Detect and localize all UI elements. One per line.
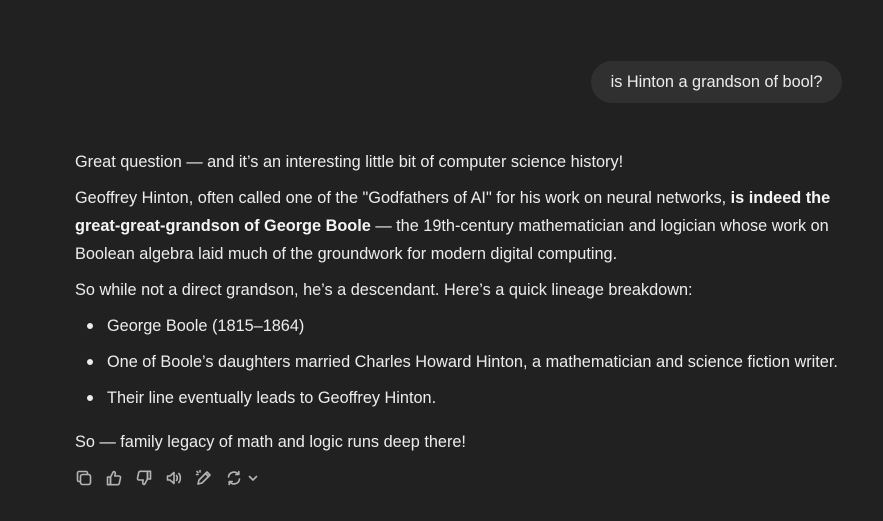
edit-in-canvas-button[interactable] (192, 466, 216, 490)
copy-button[interactable] (72, 466, 96, 490)
good-response-button[interactable] (102, 466, 126, 490)
regenerate-icon (227, 470, 241, 486)
regenerate-button[interactable] (222, 466, 260, 490)
message-action-bar (72, 466, 260, 490)
response-intro: Great question — and it’s an interesting… (75, 153, 624, 171)
list-item-text: Their line eventually leads to Geoffrey … (107, 389, 437, 407)
thumbs-up-icon (106, 470, 122, 486)
list-item-text: One of Boole’s daughters married Charles… (107, 353, 838, 371)
copy-icon (76, 470, 92, 486)
bullet-dot (87, 323, 93, 329)
bad-response-button[interactable] (132, 466, 156, 490)
bullet-dot (87, 395, 93, 401)
list-item: Their line eventually leads to Geoffrey … (75, 384, 838, 420)
model-switch-chevron (246, 466, 260, 490)
edit-icon (195, 469, 211, 485)
para2-text-start: Geoffrey Hinton, often called one of the… (75, 189, 731, 207)
bullet-dot (87, 359, 93, 365)
thumbs-down-icon (136, 470, 152, 486)
speaker-icon (166, 471, 182, 485)
regenerate-icon-wrap (222, 466, 246, 490)
response-paragraph-hinton: Geoffrey Hinton, often called one of the… (75, 184, 860, 268)
response-paragraph-descendant: So while not a direct grandson, he’s a d… (75, 281, 693, 299)
lineage-list: George Boole (1815–1864) One of Boole’s … (75, 312, 838, 420)
read-aloud-button[interactable] (162, 466, 186, 490)
chevron-down-icon (248, 475, 258, 481)
response-closing: So — family legacy of math and logic run… (75, 433, 466, 451)
user-message-bubble: is Hinton a grandson of bool? (591, 61, 842, 103)
user-message-text: is Hinton a grandson of bool? (610, 72, 823, 91)
list-item-text: George Boole (1815–1864) (107, 317, 305, 335)
list-item: One of Boole’s daughters married Charles… (75, 348, 838, 384)
list-item: George Boole (1815–1864) (75, 312, 838, 348)
